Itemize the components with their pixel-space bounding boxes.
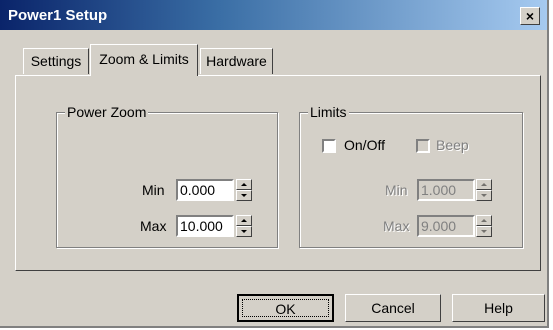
onoff-label[interactable]: On/Off [344, 137, 385, 153]
power-zoom-min-up-button[interactable] [236, 179, 252, 190]
cancel-button-label: Cancel [371, 300, 415, 316]
power-zoom-min-down-button[interactable] [236, 190, 252, 201]
power-zoom-max-down-button[interactable] [236, 226, 252, 237]
limits-legend: Limits [308, 104, 349, 120]
power-zoom-max-label: Max [140, 218, 167, 234]
power-zoom-max-spinner[interactable] [236, 215, 252, 237]
arrow-up-icon [481, 219, 487, 222]
limits-max-input[interactable]: 9.000 [417, 215, 475, 237]
limits-min-spinner[interactable] [476, 179, 492, 201]
onoff-checkbox[interactable] [322, 139, 336, 153]
power-zoom-max-input[interactable]: 10.000 [176, 215, 234, 237]
arrow-down-icon [481, 194, 487, 197]
help-button[interactable]: Help [452, 294, 545, 322]
limits-max-spinner[interactable] [476, 215, 492, 237]
tab-settings[interactable]: Settings [23, 48, 89, 74]
setup-dialog: Power1 Setup × Settings Hardware Zoom & … [0, 0, 549, 328]
arrow-up-icon [241, 219, 247, 222]
power-zoom-group: Power Zoom Min 0.000 Max 10.000 [56, 104, 278, 248]
title-bar[interactable]: Power1 Setup × [0, 0, 547, 30]
help-button-label: Help [484, 300, 513, 316]
arrow-down-icon [241, 194, 247, 197]
limits-min-label: Min [385, 182, 408, 198]
arrow-up-icon [241, 183, 247, 186]
ok-button-label: OK [275, 301, 296, 317]
limits-group: Limits On/Off Beep Min 1.000 Max 9.000 [299, 104, 523, 248]
power-zoom-min-spinner[interactable] [236, 179, 252, 201]
limits-max-up-button[interactable] [476, 215, 492, 226]
beep-label: Beep [436, 137, 469, 153]
limits-min-input[interactable]: 1.000 [417, 179, 475, 201]
limits-max-down-button[interactable] [476, 226, 492, 237]
power-zoom-legend: Power Zoom [65, 104, 149, 120]
limits-min-down-button[interactable] [476, 190, 492, 201]
ok-button[interactable]: OK [237, 294, 334, 322]
tab-panel-zoom-limits: Power Zoom Min 0.000 Max 10.000 Limits O… [15, 75, 541, 271]
arrow-down-icon [481, 230, 487, 233]
power-zoom-min-label: Min [142, 182, 165, 198]
arrow-up-icon [481, 183, 487, 186]
limits-max-label: Max [383, 218, 410, 234]
close-button[interactable]: × [520, 7, 540, 25]
limits-min-up-button[interactable] [476, 179, 492, 190]
arrow-down-icon [241, 230, 247, 233]
power-zoom-min-input[interactable]: 0.000 [176, 179, 234, 201]
beep-checkbox[interactable] [416, 139, 430, 153]
close-icon: × [525, 8, 535, 24]
tab-zoom-limits[interactable]: Zoom & Limits [90, 44, 198, 76]
window-title: Power1 Setup [8, 7, 108, 24]
power-zoom-max-up-button[interactable] [236, 215, 252, 226]
cancel-button[interactable]: Cancel [345, 294, 441, 322]
tab-hardware[interactable]: Hardware [200, 48, 273, 74]
